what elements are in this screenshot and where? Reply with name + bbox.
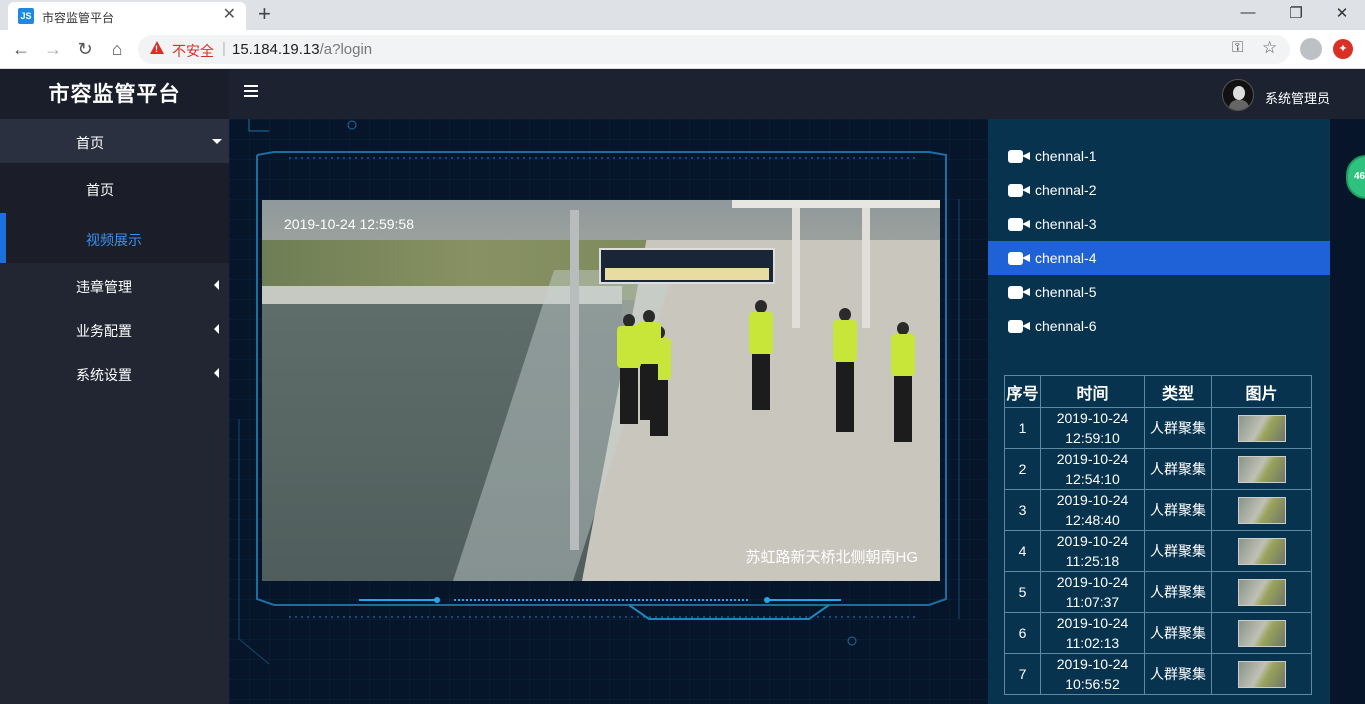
camera-icon [1008, 320, 1030, 333]
home-icon[interactable]: ⌂ [106, 39, 128, 59]
sidebar-item-home[interactable]: 首页 [0, 119, 229, 163]
username[interactable]: 系统管理员 [1265, 88, 1330, 107]
extension-icon[interactable]: ✦ [1333, 39, 1353, 59]
favicon-icon: JS [18, 8, 34, 24]
event-table-panel: 序号 时间 类型 图片 1 2019-10-24 12:59:10 人群聚集 2 … [988, 354, 1330, 704]
window-close-button[interactable]: ✕ [1332, 4, 1352, 22]
tab-title: 市容监管平台 [42, 11, 115, 25]
event-thumbnail[interactable] [1237, 414, 1286, 442]
channel-item-3[interactable]: chennal-3 [988, 207, 1330, 241]
event-thumbnail[interactable] [1237, 578, 1286, 606]
profile-avatar-icon[interactable] [1300, 38, 1322, 60]
channel-item-4[interactable]: chennal-4 [988, 241, 1330, 275]
window-restore-button[interactable]: ❐ [1286, 4, 1306, 22]
new-tab-button[interactable]: + [258, 3, 271, 25]
back-arrow-icon[interactable]: ← [10, 39, 32, 59]
sidebar: 首页 首页 视频展示 违章管理 业务配置 系统设置 [0, 119, 229, 704]
caret-left-icon [214, 324, 219, 334]
table-row[interactable]: 5 2019-10-24 11:07:37 人群聚集 [1004, 571, 1312, 613]
table-row[interactable]: 3 2019-10-24 12:48:40 人群聚集 [1004, 489, 1312, 531]
browser-tab[interactable]: JS 市容监管平台 ✕ [8, 2, 246, 30]
forward-arrow-icon[interactable]: → [42, 39, 64, 59]
event-thumbnail[interactable] [1237, 496, 1286, 524]
sidebar-item-system[interactable]: 系统设置 [0, 351, 229, 395]
home-submenu: 首页 视频展示 [0, 163, 229, 263]
brand-title: 市容监管平台 [0, 69, 229, 119]
caret-left-icon [214, 280, 219, 290]
event-table: 序号 时间 类型 图片 1 2019-10-24 12:59:10 人群聚集 2 … [1004, 375, 1312, 695]
event-thumbnail[interactable] [1237, 455, 1286, 483]
table-row[interactable]: 4 2019-10-24 11:25:18 人群聚集 [1004, 530, 1312, 572]
column-header-type: 类型 [1144, 375, 1212, 408]
caret-down-icon [212, 139, 222, 144]
camera-icon [1008, 150, 1030, 163]
video-location-label: 苏虹路新天桥北侧朝南HG [745, 549, 918, 566]
menu-toggle-icon[interactable] [244, 85, 258, 97]
camera-icon [1008, 184, 1030, 197]
scroll-gutter [1330, 119, 1365, 704]
camera-icon [1008, 286, 1030, 299]
channel-item-6[interactable]: chennal-6 [988, 309, 1330, 343]
browser-toolbar: ← → ↻ ⌂ ! 不安全 | 15.184.19.13/a?login ⚿ ☆… [0, 30, 1365, 69]
active-indicator [0, 213, 6, 263]
channel-list: chennal-1 chennal-2 chennal-3 chennal-4 … [988, 119, 1330, 354]
column-header-image: 图片 [1211, 375, 1312, 408]
table-row[interactable]: 2 2019-10-24 12:54:10 人群聚集 [1004, 448, 1312, 490]
tab-close-icon[interactable]: ✕ [223, 6, 236, 24]
address-bar[interactable]: ! 不安全 | 15.184.19.13/a?login ⚿ ☆ [138, 35, 1290, 64]
app-header: 市容监管平台 系统管理员 [0, 69, 1365, 119]
video-timestamp: 2019-10-24 12:59:58 [284, 216, 414, 232]
main-content: 2019-10-24 12:59:58 苏虹路新天桥北侧朝南HG chennal… [229, 119, 1365, 704]
camera-icon [1008, 252, 1030, 265]
bookmark-star-icon[interactable]: ☆ [1262, 38, 1277, 58]
url-text[interactable]: 15.184.19.13/a?login [232, 41, 372, 58]
security-label[interactable]: 不安全 [172, 41, 214, 61]
window-minimize-button[interactable]: — [1238, 4, 1258, 21]
channel-item-2[interactable]: chennal-2 [988, 173, 1330, 207]
column-header-time: 时间 [1040, 375, 1145, 408]
event-thumbnail[interactable] [1237, 660, 1286, 688]
channel-item-5[interactable]: chennal-5 [988, 275, 1330, 309]
submenu-item-video[interactable]: 视频展示 [0, 213, 229, 263]
event-thumbnail[interactable] [1237, 619, 1286, 647]
column-header-no: 序号 [1004, 375, 1041, 408]
event-thumbnail[interactable] [1237, 537, 1286, 565]
camera-icon [1008, 218, 1030, 231]
video-player[interactable]: 2019-10-24 12:59:58 苏虹路新天桥北侧朝南HG [262, 200, 940, 581]
caret-left-icon [214, 368, 219, 378]
browser-tabbar: JS 市容监管平台 ✕ + — ❐ ✕ [0, 0, 1365, 30]
sidebar-item-label: 首页 [76, 135, 104, 151]
table-row[interactable]: 6 2019-10-24 11:02:13 人群聚集 [1004, 612, 1312, 654]
user-avatar[interactable] [1222, 79, 1254, 111]
table-row[interactable]: 1 2019-10-24 12:59:10 人群聚集 [1004, 407, 1312, 449]
sidebar-item-violation[interactable]: 违章管理 [0, 263, 229, 307]
key-icon[interactable]: ⚿ [1232, 39, 1243, 56]
reload-icon[interactable]: ↻ [74, 39, 96, 59]
sidebar-item-business[interactable]: 业务配置 [0, 307, 229, 351]
table-header-row: 序号 时间 类型 图片 [1004, 375, 1312, 408]
submenu-item-home[interactable]: 首页 [0, 163, 229, 213]
channel-item-1[interactable]: chennal-1 [988, 139, 1330, 173]
table-row[interactable]: 7 2019-10-24 10:56:52 人群聚集 [1004, 653, 1312, 695]
